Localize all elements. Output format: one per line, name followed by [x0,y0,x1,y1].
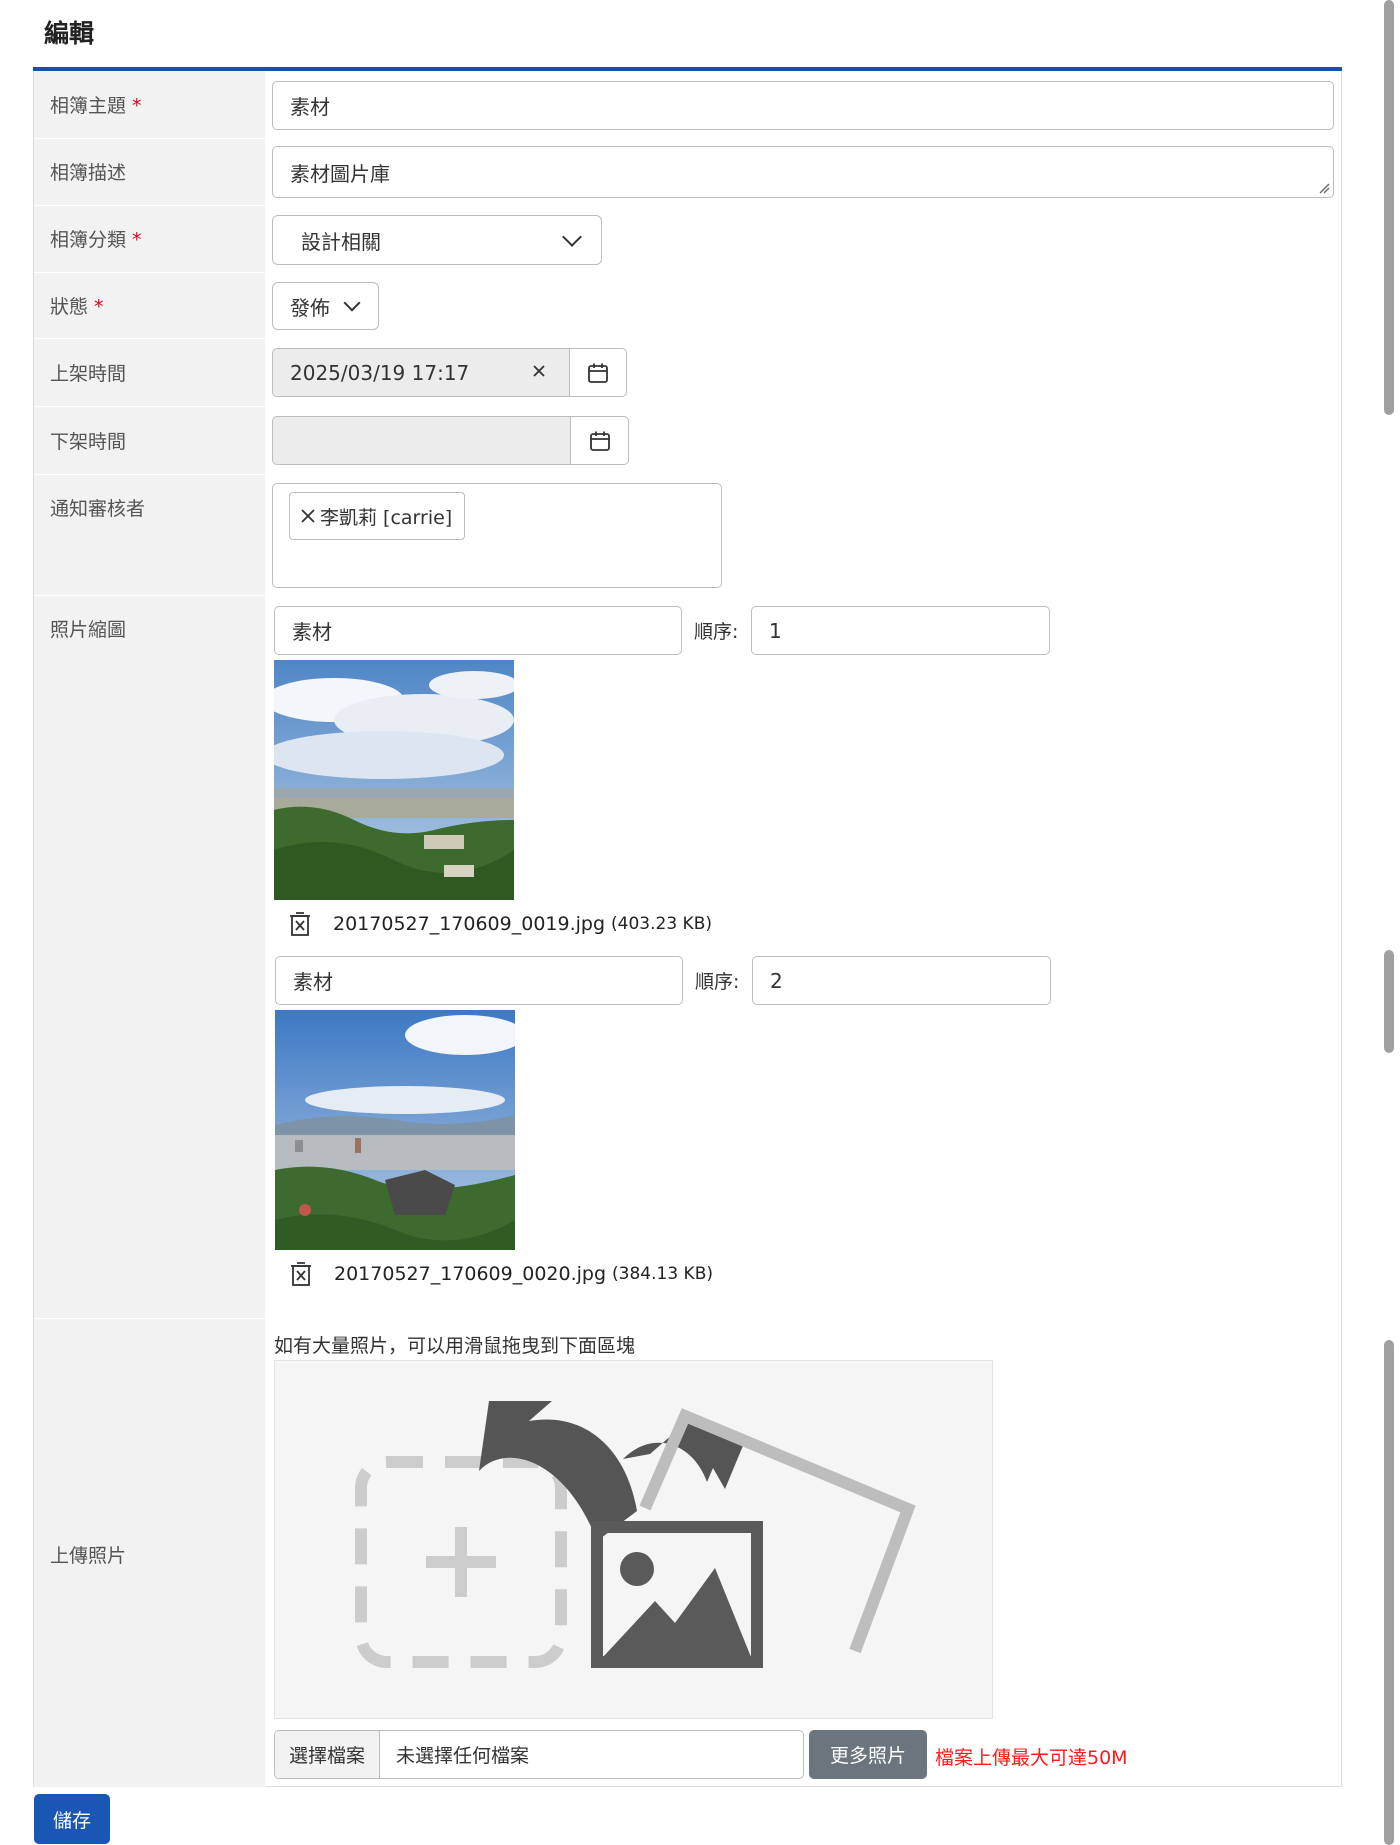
album-title-label: 相簿主題 * [50,95,142,117]
order-label: 順序: [694,621,739,643]
photo-order-input[interactable]: 1 [751,606,1050,655]
clear-icon[interactable] [528,360,550,382]
photo-thumbnail [275,1010,515,1250]
page-title: 編輯 [44,19,95,48]
order-label: 順序: [695,971,740,993]
album-category-select[interactable]: 設計相關 [272,215,602,265]
notify-reviewer-label: 通知審核者 [50,498,146,520]
publish-time-label: 上架時間 [50,363,127,385]
chevron-down-icon [343,294,361,312]
status-select[interactable]: 發佈 [272,282,379,330]
calendar-icon [588,363,608,383]
unpublish-calendar-button[interactable] [570,416,629,465]
photo-caption-input[interactable]: 素材 [274,606,682,655]
delete-file-icon[interactable] [290,1261,312,1287]
resize-handle-icon[interactable] [1319,183,1330,194]
row-divider [34,272,265,273]
reviewer-multiselect[interactable]: 李凱莉 [carrie] [272,483,722,588]
row-divider [34,595,265,596]
album-description-label: 相簿描述 [50,162,127,184]
row-divider [34,1318,265,1319]
max-size-note: 檔案上傳最大可達50M [935,1747,1128,1769]
row-divider [34,406,265,407]
status-label: 狀態 * [50,296,104,318]
publish-time-input[interactable]: 2025/03/19 17:17 [272,348,570,397]
album-title-input[interactable]: 素材 [272,81,1334,130]
more-photos-button[interactable]: 更多照片 [809,1730,927,1779]
save-button[interactable]: 儲存 [34,1794,110,1844]
chevron-down-icon [562,227,582,247]
delete-file-icon[interactable] [289,911,311,937]
drop-zone[interactable] [274,1360,993,1719]
file-input[interactable]: 選擇檔案 未選擇任何檔案 [274,1730,804,1779]
photo-file-info: 20170527_170609_0019.jpg (403.23 KB) [333,913,712,935]
scrollbar-thumb[interactable] [1384,1340,1394,1845]
drag-drop-image-icon [355,1401,916,1668]
choose-file-button[interactable]: 選擇檔案 [275,1731,381,1778]
label-column [34,71,265,1787]
unpublish-time-label: 下架時間 [50,431,127,453]
row-divider [34,474,265,475]
scrollbar-thumb[interactable] [1384,0,1394,415]
photo-caption-input[interactable]: 素材 [275,956,683,1005]
photo-order-input[interactable]: 2 [752,956,1051,1005]
calendar-icon [589,431,610,451]
no-file-text: 未選擇任何檔案 [396,1745,530,1767]
album-description-textarea[interactable]: 素材圖片庫 [272,146,1334,198]
photo-thumbnail [274,660,514,900]
photo-file-info: 20170527_170609_0020.jpg (384.13 KB) [334,1263,713,1285]
album-category-label: 相簿分類 * [50,229,142,251]
row-divider [34,338,265,339]
publish-calendar-button[interactable] [569,348,627,397]
reviewer-tag: 李凱莉 [carrie] [289,492,466,540]
scrollbar-thumb[interactable] [1384,950,1394,1053]
upload-label: 上傳照片 [50,1545,127,1567]
close-icon[interactable] [300,508,316,524]
photos-label: 照片縮圖 [50,619,127,641]
upload-hint: 如有大量照片，可以用滑鼠拖曳到下面區塊 [274,1335,636,1357]
row-divider [34,138,265,139]
unpublish-time-input[interactable] [272,416,571,465]
row-divider [34,205,265,206]
